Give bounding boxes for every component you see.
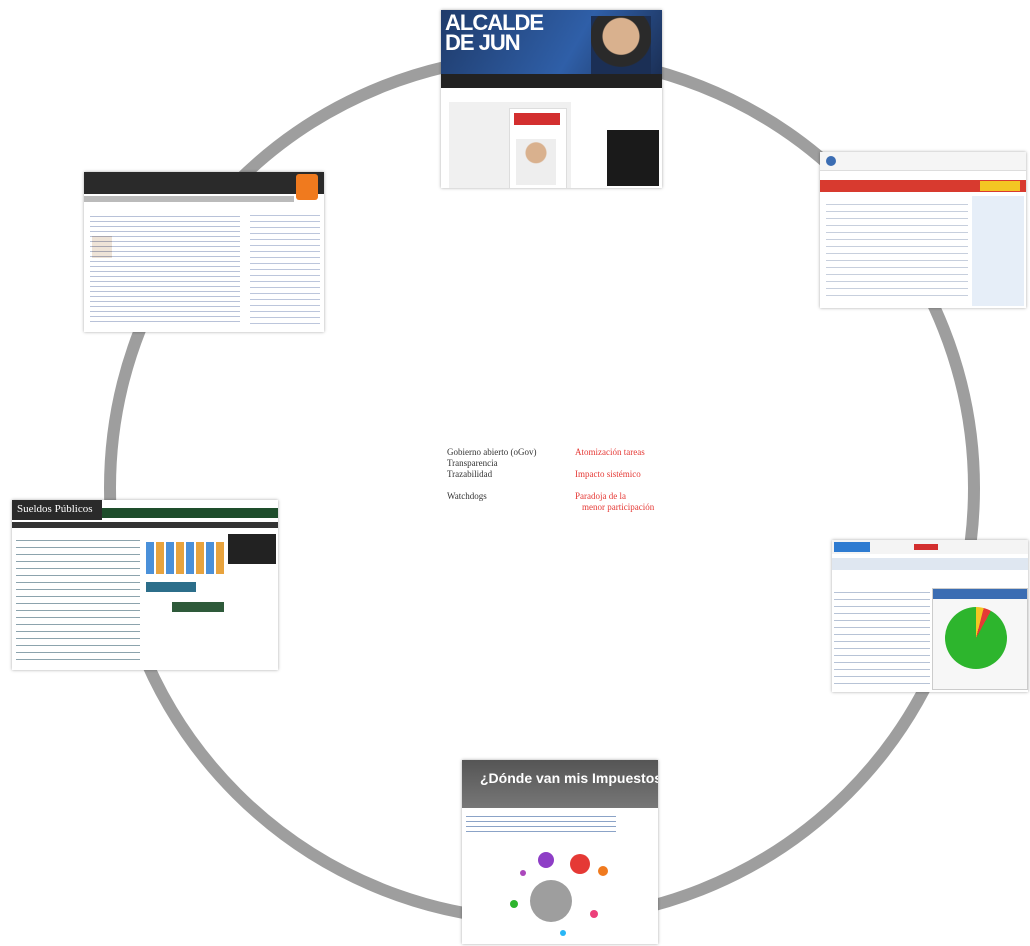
alcalde-sidebar	[607, 130, 659, 186]
sp-button-2	[172, 602, 224, 612]
sp-subnav	[12, 522, 278, 528]
thumbnail-sueldos-publicos[interactable]: Sueldos Públicos	[12, 500, 278, 670]
center-left-item-3: Trazabilidad	[447, 469, 493, 479]
pie-site-logo	[834, 542, 870, 552]
pie-chart-icon	[945, 607, 1007, 669]
center-left-item-2: Transparencia	[447, 458, 498, 468]
dvmi-title: ¿Dónde van mis Impuestos?	[480, 770, 658, 786]
alcalde-photo	[591, 16, 651, 74]
center-right-item-4: menor participación	[582, 502, 655, 512]
thumbnail-donde-van-mis-impuestos[interactable]: ¿Dónde van mis Impuestos?	[462, 760, 658, 944]
sp-sidebar	[228, 534, 276, 564]
oc-sidebar	[972, 196, 1024, 306]
alcalde-nav	[441, 74, 662, 88]
pie-site-badge	[914, 544, 938, 550]
center-right-item-2: Impacto sistémico	[575, 469, 641, 479]
sp-article	[16, 534, 140, 666]
sp-nav	[102, 508, 278, 518]
oc-content	[826, 198, 968, 302]
blog-logo-icon	[296, 174, 318, 200]
pie-panel	[932, 588, 1028, 690]
pie-site-toolbar	[832, 558, 1028, 570]
center-right-item-3: Paradoja de la	[575, 491, 626, 501]
thumbnail-pie-chart-site[interactable]	[832, 540, 1028, 692]
dvmi-intro	[466, 812, 616, 832]
alcalde-title-2: DE JUN	[445, 30, 521, 55]
thumbnail-open-congress[interactable]	[820, 152, 1026, 308]
center-left-item-1: Gobierno abierto (oGov)	[447, 447, 537, 457]
blog-navbar	[84, 196, 294, 202]
blog-sidebar	[250, 210, 320, 328]
pie-site-content	[834, 586, 930, 688]
oc-alert-button	[980, 181, 1020, 191]
center-right-item-1: Atomización tareas	[575, 447, 645, 457]
thumbnail-alcalde-de-jun[interactable]: ALCALDE DE JUN	[441, 10, 662, 188]
center-left-item-4: Watchdogs	[447, 491, 487, 501]
sp-title: Sueldos Públicos	[17, 503, 93, 515]
oc-logo-icon	[826, 156, 836, 166]
alcalde-book-cover	[449, 102, 571, 188]
sp-button-1	[146, 582, 196, 592]
sp-social-icons	[146, 542, 224, 574]
oc-header	[820, 152, 1026, 171]
dvmi-bubble-chart	[490, 840, 630, 944]
blog-text-lines	[90, 212, 240, 324]
blog-header	[84, 172, 324, 194]
thumbnail-blog[interactable]	[84, 172, 324, 332]
